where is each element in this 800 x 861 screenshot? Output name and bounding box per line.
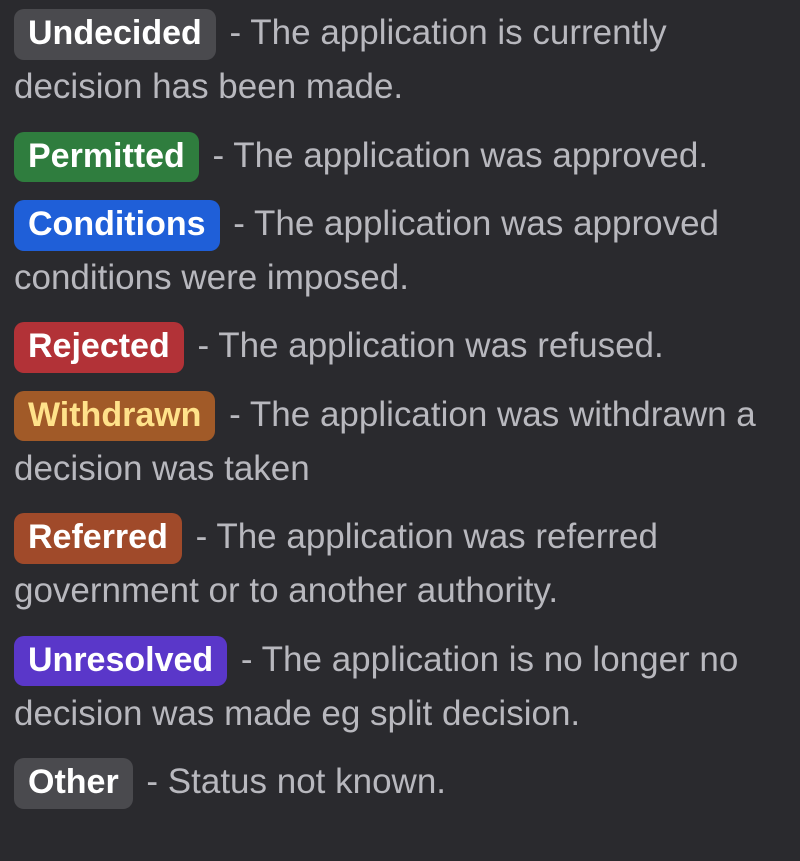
status-entry-unresolved: Unresolved - The application is no longe… <box>14 633 800 742</box>
status-badge-unresolved: Unresolved <box>14 636 227 687</box>
status-entry-rejected: Rejected - The application was refused. <box>14 319 800 373</box>
status-entry-other: Other - Status not known. <box>14 755 800 809</box>
status-badge-permitted: Permitted <box>14 132 199 183</box>
status-badge-conditions: Conditions <box>14 200 220 251</box>
status-desc-other: - Status not known. <box>137 762 446 801</box>
status-entry-withdrawn: Withdrawn - The application was withdraw… <box>14 388 800 497</box>
status-badge-referred: Referred <box>14 513 182 564</box>
status-entry-referred: Referred - The application was referred … <box>14 510 800 619</box>
status-badge-withdrawn: Withdrawn <box>14 391 215 442</box>
status-entry-conditions: Conditions - The application was approve… <box>14 197 800 306</box>
status-badge-undecided: Undecided <box>14 9 216 60</box>
status-desc-permitted: - The application was approved. <box>203 136 708 175</box>
status-badge-other: Other <box>14 758 133 809</box>
status-entry-undecided: Undecided - The application is currently… <box>14 6 800 115</box>
status-badge-rejected: Rejected <box>14 322 184 373</box>
status-entry-permitted: Permitted - The application was approved… <box>14 129 800 183</box>
status-desc-rejected: - The application was refused. <box>188 326 664 365</box>
